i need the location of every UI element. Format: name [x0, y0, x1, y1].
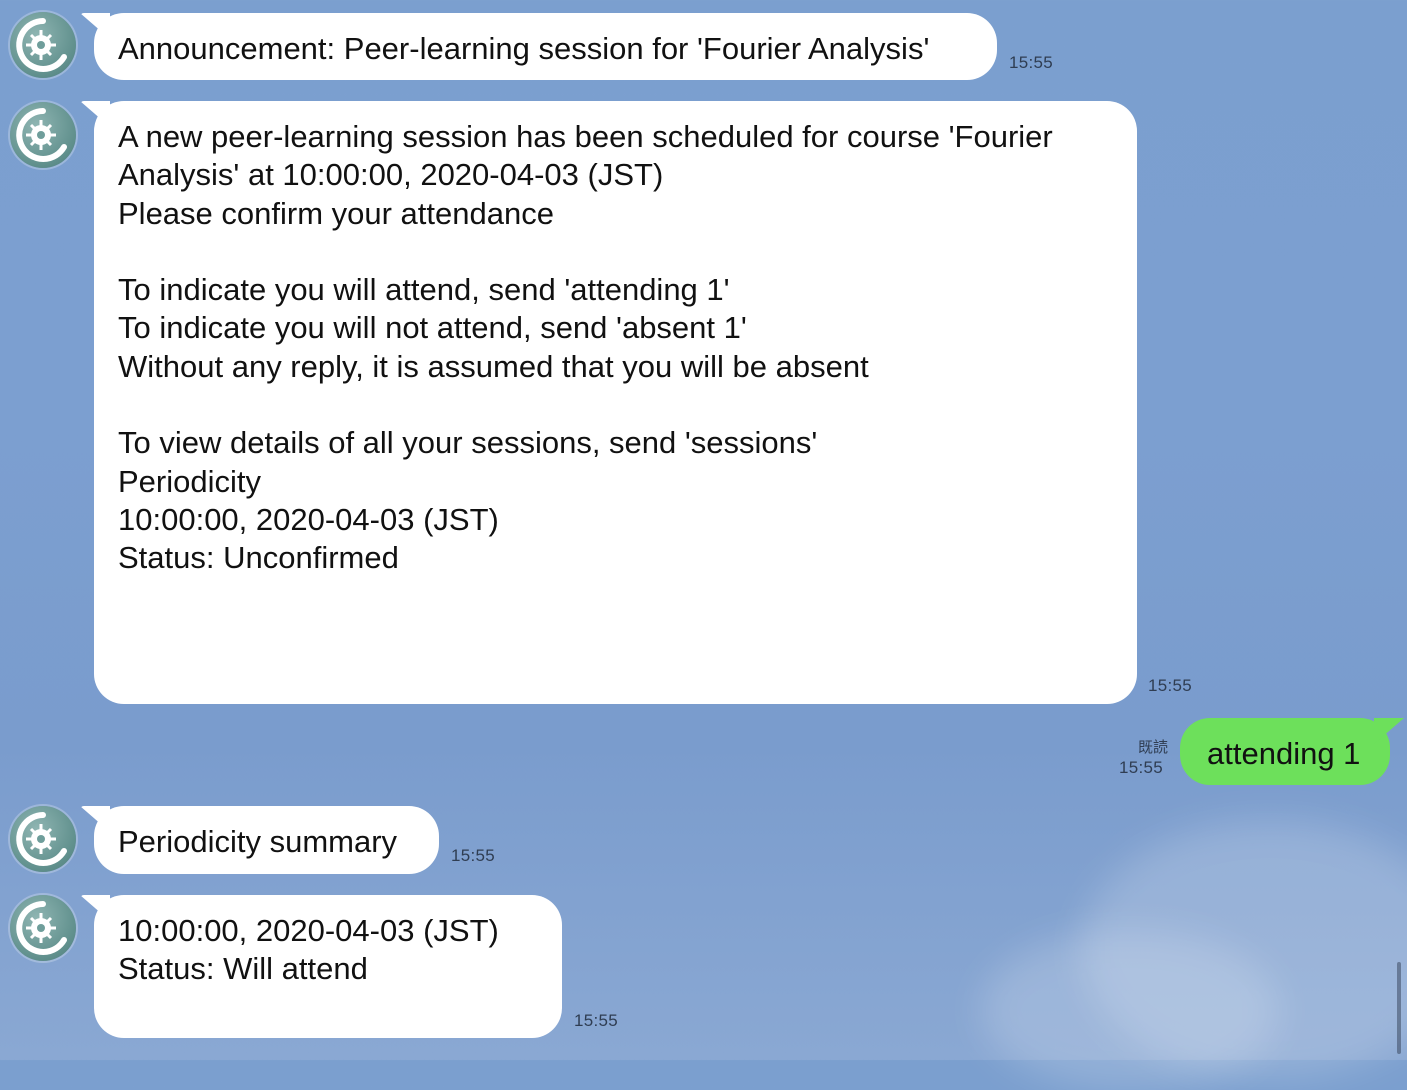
message-text: Analysis' at 10:00:00, 2020-04-03 (JST)	[118, 157, 664, 193]
message-bubble[interactable]: 10:00:00, 2020-04-03 (JST) Status: Will …	[94, 895, 562, 1038]
scrollbar[interactable]	[1397, 962, 1401, 1054]
background-cloud	[980, 930, 1280, 1090]
message-text: Announcement: Peer-learning session for …	[118, 31, 930, 66]
message-text: Periodicity	[118, 463, 261, 499]
my-message-bubble[interactable]: attending 1	[1180, 718, 1390, 785]
bot-avatar[interactable]	[10, 12, 76, 78]
message-text: attending 1	[1207, 736, 1361, 771]
message-bubble[interactable]: Announcement: Peer-learning session for …	[94, 13, 997, 80]
message-bubble[interactable]: A new peer-learning session has been sch…	[94, 101, 1137, 704]
message-timestamp: 15:55	[574, 1011, 619, 1030]
bot-avatar[interactable]	[10, 895, 76, 961]
gear-c-logo-icon	[16, 901, 67, 955]
read-receipt: 既読	[1137, 739, 1168, 756]
message-timestamp: 15:55	[1009, 53, 1054, 72]
gear-c-logo-icon	[16, 812, 67, 866]
message-text: Status: Unconfirmed	[118, 540, 399, 576]
gear-c-logo-icon	[16, 108, 67, 162]
bot-avatar[interactable]	[10, 806, 76, 872]
message-bubble[interactable]: Periodicity summary	[94, 806, 439, 874]
gear-c-logo-icon	[16, 18, 67, 72]
message-text: Without any reply, it is assumed that yo…	[118, 348, 869, 384]
message-text: To view details of all your sessions, se…	[118, 425, 818, 461]
message-text: 10:00:00, 2020-04-03 (JST)	[118, 913, 499, 948]
message-timestamp: 15:55	[451, 846, 496, 865]
message-text: Please confirm your attendance	[118, 195, 554, 231]
message-timestamp: 15:55	[1148, 676, 1193, 695]
message-text: To indicate you will not attend, send 'a…	[118, 310, 747, 346]
message-text: Periodicity summary	[118, 824, 398, 859]
message-timestamp: 15:55	[1119, 758, 1164, 777]
message-text: 10:00:00, 2020-04-03 (JST)	[118, 501, 499, 537]
message-text: To indicate you will attend, send 'atten…	[118, 272, 730, 308]
message-text: Status: Will attend	[118, 951, 368, 987]
message-text: A new peer-learning session has been sch…	[118, 119, 1053, 154]
bot-avatar[interactable]	[10, 102, 76, 168]
